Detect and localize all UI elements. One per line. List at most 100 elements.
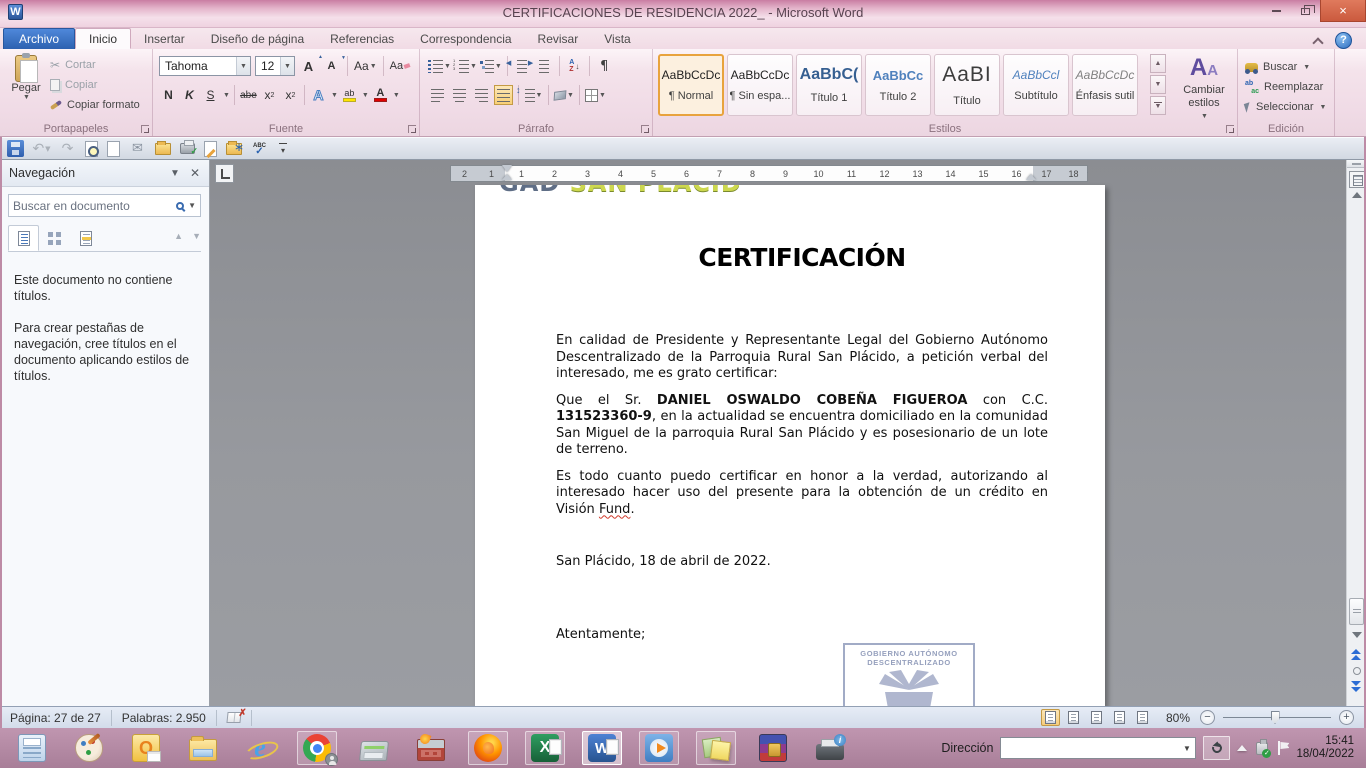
subscript-button[interactable]: x2 [260,85,279,105]
scroll-down-icon[interactable] [1352,632,1362,638]
taskbar-winrar-icon[interactable] [753,731,793,765]
open-folder-icon[interactable] [155,143,171,155]
styles-gallery-more-button[interactable]: ▼ [1150,96,1166,115]
undo-icon[interactable]: ↶▼ [33,140,50,157]
first-line-indent-marker[interactable] [502,165,512,172]
zoom-out-button[interactable]: − [1200,710,1215,725]
save-icon[interactable] [7,140,24,157]
strikethrough-button[interactable]: abe [239,85,258,105]
search-icon[interactable] [176,202,184,210]
taskbar-outlook-icon[interactable]: O [126,731,166,765]
tab-vista[interactable]: Vista [591,28,643,49]
page-count-status[interactable]: Página: 27 de 27 [0,710,112,726]
text-highlight-button[interactable]: ab [340,85,359,105]
tab-insertar[interactable]: Insertar [131,28,198,49]
select-browse-object-button[interactable] [1353,667,1361,675]
help-button[interactable]: ? [1335,32,1352,49]
tab-inicio[interactable]: Inicio [75,28,131,49]
nav-tab-results[interactable] [70,225,101,251]
taskbar-word-icon[interactable]: W [582,731,622,765]
nav-options-chevron-icon[interactable]: ▼ [170,168,180,179]
qat-more-icon[interactable] [277,140,289,157]
chevron-down-icon[interactable]: ▼ [223,92,230,99]
restore-button[interactable] [1291,0,1320,22]
tab-diseno-de-pagina[interactable]: Diseño de página [198,28,317,49]
close-button[interactable]: × [1320,0,1366,22]
folder-special-icon[interactable] [226,143,242,155]
style-sin-espaciado[interactable]: AaBbCcDc ¶ Sin espa... [727,54,793,116]
nav-close-icon[interactable]: ✕ [190,166,200,180]
web-layout-view-button[interactable] [1087,709,1106,726]
document-page[interactable]: GAD SAN PLÁCIDO CERTIFICACIÓN En calidad… [475,185,1105,706]
find-button[interactable]: Buscar ▼ [1245,57,1326,77]
shading-button[interactable]: ▼ [554,85,574,105]
next-heading-icon[interactable]: ▼ [192,231,201,241]
clear-formatting-button[interactable]: Aa [390,56,410,76]
multilevel-list-button[interactable]: ▼ [480,56,502,76]
increase-indent-button[interactable] [535,56,554,76]
zoom-thumb[interactable] [1271,711,1280,724]
minimize-ribbon-icon[interactable] [1314,36,1322,44]
tab-revisar[interactable]: Revisar [525,28,592,49]
taskbar-paint-icon[interactable] [69,731,109,765]
chevron-down-icon[interactable]: ▼ [393,92,400,99]
dialog-launcher-icon[interactable] [408,125,416,133]
font-size-combobox[interactable]: 12 ▼ [255,56,295,76]
style-normal[interactable]: AaBbCcDc ¶ Normal [658,54,724,116]
vertical-scrollbar[interactable] [1346,160,1366,706]
line-spacing-button[interactable]: ▼ [524,85,543,105]
fullscreen-reading-view-button[interactable] [1064,709,1083,726]
taskbar-chrome-icon[interactable] [297,731,337,765]
numbering-button[interactable]: ▼ [454,56,477,76]
ruler-toggle-button[interactable] [1349,171,1365,188]
draft-view-button[interactable] [1133,709,1152,726]
styles-scroll-down-button[interactable]: ▼ [1150,75,1166,94]
show-hidden-icons-button[interactable] [1237,745,1247,751]
zoom-slider[interactable] [1223,710,1331,725]
taskbar-printer-info-icon[interactable] [810,731,850,765]
taskbar-scanner-icon[interactable] [354,731,394,765]
sort-button[interactable]: AZ↓ [565,56,584,76]
superscript-button[interactable]: x2 [281,85,300,105]
dialog-launcher-icon[interactable] [641,125,649,133]
search-options-chevron-icon[interactable]: ▼ [188,201,196,210]
cut-button[interactable]: ✂ Cortar [50,55,140,75]
tab-stop-selector[interactable] [215,164,234,183]
tab-correspondencia[interactable]: Correspondencia [407,28,524,49]
left-indent-marker[interactable] [502,174,512,180]
zoom-level[interactable]: 80% [1166,711,1190,725]
shrink-font-button[interactable]: A [322,56,341,76]
styles-scroll-up-button[interactable]: ▲ [1150,54,1166,73]
chevron-down-icon[interactable]: ▼ [331,92,338,99]
next-page-button[interactable] [1351,681,1362,692]
outline-view-button[interactable] [1110,709,1129,726]
spelling-icon[interactable]: ABC [251,140,268,157]
taskbar-clock[interactable]: 15:41 18/04/2022 [1296,735,1356,762]
quick-print-icon[interactable] [180,143,195,154]
taskbar-excel-icon[interactable]: X [525,731,565,765]
grow-font-button[interactable]: A [299,56,318,76]
taskbar-file-explorer-icon[interactable] [183,731,223,765]
change-case-button[interactable]: Aa▼ [354,56,377,76]
scroll-up-icon[interactable] [1352,192,1362,198]
font-color-button[interactable]: A [371,85,390,105]
minimize-button[interactable] [1262,0,1291,22]
taskbar-firewall-icon[interactable] [411,731,451,765]
align-left-button[interactable] [428,85,447,105]
show-hide-marks-button[interactable]: ¶ [595,56,614,76]
nav-tab-headings[interactable] [8,225,39,251]
print-layout-view-button[interactable] [1041,709,1060,726]
change-styles-button[interactable]: AA Cambiar estilos ▼ [1174,55,1234,123]
address-dropdown-icon[interactable]: ▼ [1178,738,1195,758]
tab-referencias[interactable]: Referencias [317,28,407,49]
word-count-status[interactable]: Palabras: 2.950 [112,710,217,726]
align-center-button[interactable] [450,85,469,105]
replace-button[interactable]: abac Reemplazar [1245,77,1326,97]
select-button[interactable]: Seleccionar ▼ [1245,97,1326,117]
style-subtitulo[interactable]: AaBbCcl Subtítulo [1003,54,1069,116]
redo-icon[interactable]: ↷ [59,140,76,157]
print-preview-icon[interactable] [85,141,98,157]
format-painter-button[interactable]: Copiar formato [50,95,140,115]
bold-button[interactable]: N [159,85,178,105]
text-effects-button[interactable]: A [309,85,328,105]
